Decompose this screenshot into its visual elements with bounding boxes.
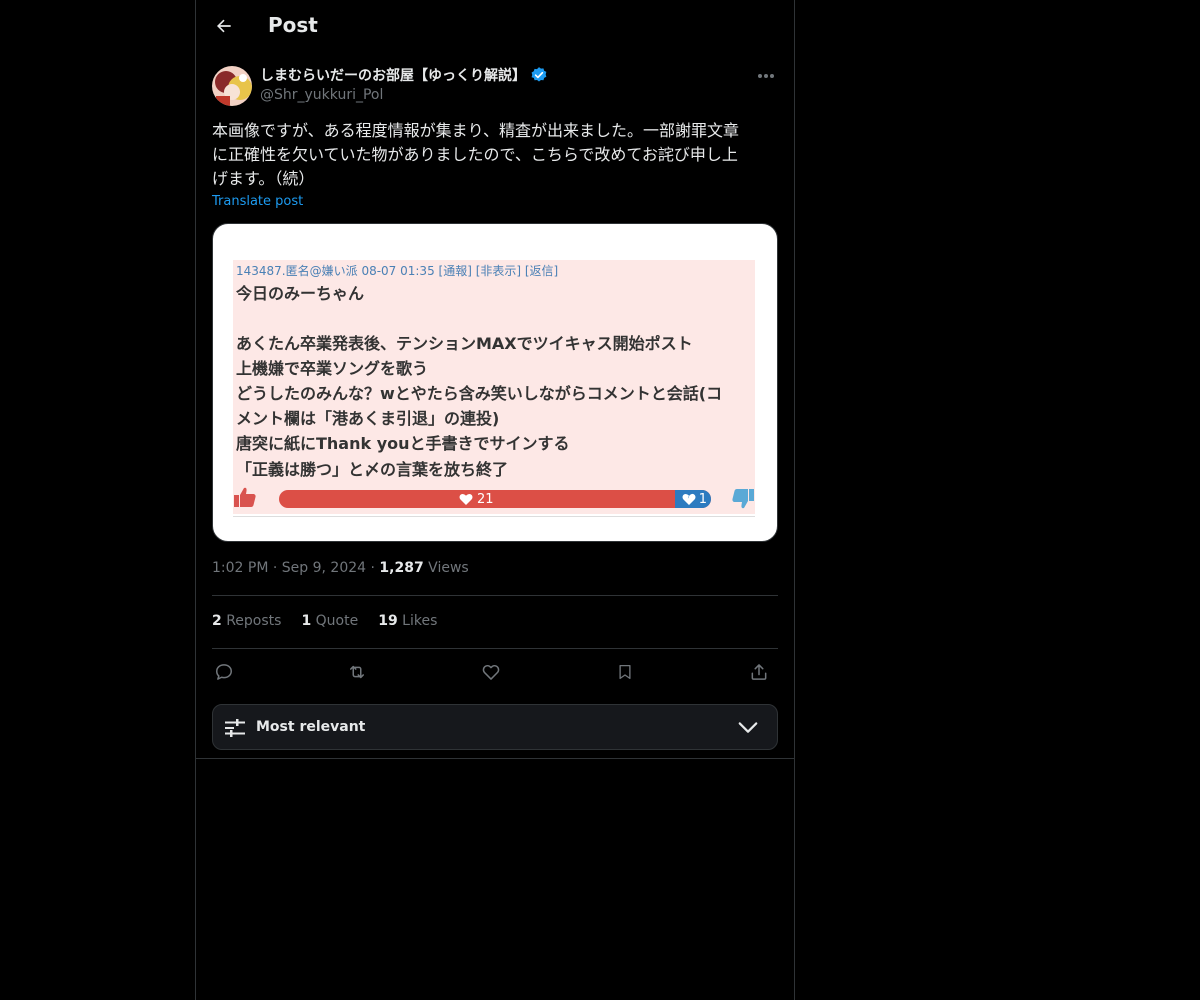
- avatar[interactable]: [212, 66, 252, 106]
- main-column: Post しまむらいだーのお部屋【ゆっくり解説】 @Shr_yukkuri_Po…: [195, 0, 795, 1000]
- views-count: 1,287: [379, 560, 424, 576]
- comment-line: 「正義は勝つ」と〆の言葉を放ち終了: [236, 460, 509, 479]
- vote-dislikes: 1: [682, 490, 707, 508]
- translate-post-link[interactable]: Translate post: [212, 194, 303, 209]
- post-time[interactable]: 1:02 PM: [212, 560, 268, 576]
- comment-line: あくたん卒業発表後、テンションMAXでツイキャス開始ポスト: [236, 334, 693, 353]
- back-button[interactable]: [210, 12, 238, 40]
- sliders-icon: [225, 719, 245, 737]
- thumbs-down-icon: [732, 489, 754, 509]
- vote-likes: 21: [459, 490, 494, 508]
- likes-count: 19: [378, 613, 398, 629]
- vote-dislike-segment: 1: [675, 490, 711, 508]
- post-text-line: げます。（続）: [212, 169, 315, 188]
- post-author: しまむらいだーのお部屋【ゆっくり解説】 @Shr_yukkuri_Pol: [212, 64, 778, 108]
- heart-icon: [459, 493, 473, 505]
- post-text-line: 本画像ですが、ある程度情報が集まり、精査が出来ました。一部謝罪文章: [212, 121, 740, 140]
- divider: [233, 516, 755, 517]
- separator: ·: [370, 560, 375, 576]
- comment-line: メント欄は「港あくま引退」の連投): [236, 409, 500, 428]
- post-date[interactable]: Sep 9, 2024: [282, 560, 366, 576]
- reply-button[interactable]: [212, 660, 236, 684]
- chevron-down-icon: [738, 722, 758, 733]
- post-text: 本画像ですが、ある程度情報が集まり、精査が出来ました。一部謝罪文章 に正確性を欠…: [212, 119, 782, 191]
- sort-label: Most relevant: [256, 719, 366, 735]
- screenshot-content: 143487.匿名@嫌い派 08-07 01:35 [通報] [非表示] [返信…: [233, 260, 755, 517]
- views-label: Views: [428, 560, 469, 576]
- reply-icon: [216, 664, 232, 680]
- share-icon: [751, 664, 767, 680]
- heart-outline-icon: [482, 665, 500, 680]
- author-display-name: しまむらいだーのお部屋【ゆっくり解説】: [260, 68, 526, 84]
- reply-sort-dropdown[interactable]: Most relevant: [212, 704, 778, 750]
- bookmark-button[interactable]: [613, 660, 637, 684]
- likes-label: Likes: [402, 613, 438, 629]
- comment-line: 上機嫌で卒業ソングを歌う: [236, 359, 429, 378]
- post-timestamp: 1:02 PM · Sep 9, 2024 · 1,287 Views: [212, 560, 469, 576]
- comment-line: 唐突に紙にThank youと手書きでサインする: [236, 434, 570, 453]
- more-horizontal-icon: [758, 74, 774, 78]
- vote-likes-count: 21: [477, 491, 494, 507]
- reposts-stat[interactable]: 2 Reposts: [212, 613, 281, 629]
- post-actions: [212, 660, 778, 684]
- verified-badge-icon: [531, 67, 547, 82]
- comment-meta: 143487.匿名@嫌い派 08-07 01:35 [通報] [非表示] [返信…: [236, 264, 559, 278]
- header: Post: [196, 0, 794, 53]
- likes-stat[interactable]: 19 Likes: [378, 613, 437, 629]
- comment-line: 今日のみーちゃん: [236, 284, 365, 303]
- post-stats: 2 Reposts 1 Quote 19 Likes: [212, 613, 437, 629]
- like-button[interactable]: [479, 660, 503, 684]
- divider: [212, 595, 778, 596]
- thumbs-up-icon: [234, 487, 256, 507]
- vote-ratio-bar: 21 1: [279, 490, 711, 508]
- arrow-left-icon: [217, 19, 231, 33]
- quotes-label: Quote: [315, 613, 359, 629]
- author-handle[interactable]: @Shr_yukkuri_Pol: [260, 87, 383, 103]
- share-button[interactable]: [747, 660, 771, 684]
- vote-dislikes-count: 1: [698, 491, 707, 507]
- post-image[interactable]: 143487.匿名@嫌い派 08-07 01:35 [通報] [非表示] [返信…: [212, 223, 778, 542]
- reposts-count: 2: [212, 613, 222, 629]
- more-options-button[interactable]: [754, 66, 778, 86]
- divider: [196, 758, 794, 759]
- comment-line: どうしたのみんな？wとやたら含み笑いしながらコメントと会話(コ: [236, 384, 723, 403]
- divider: [212, 648, 778, 649]
- quotes-stat[interactable]: 1 Quote: [301, 613, 358, 629]
- author-name-row[interactable]: しまむらいだーのお部屋【ゆっくり解説】: [260, 65, 548, 85]
- repost-button[interactable]: [345, 660, 369, 684]
- post-text-line: に正確性を欠いていた物がありましたので、こちらで改めてお詫び申し上: [212, 145, 738, 164]
- quotes-count: 1: [301, 613, 312, 629]
- reposts-label: Reposts: [226, 613, 282, 629]
- broken-heart-icon: [682, 493, 696, 505]
- page-title: Post: [268, 13, 318, 37]
- bookmark-icon: [619, 664, 631, 680]
- separator: ·: [272, 560, 278, 576]
- repost-icon: [350, 665, 364, 679]
